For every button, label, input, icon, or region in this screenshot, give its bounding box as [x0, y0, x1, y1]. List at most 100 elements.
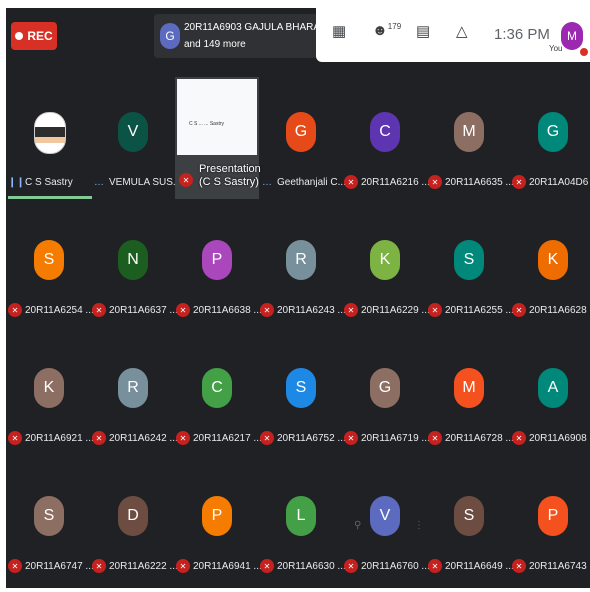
presentation-label: Presentation (C S Sastry) [199, 163, 261, 189]
participant-avatar: S [454, 240, 484, 280]
participant-name: VEMULA SUS... [109, 176, 182, 188]
muted-mic-icon: ✕ [8, 559, 22, 573]
muted-mic-icon: ✕ [344, 431, 358, 445]
layout-grid-icon[interactable]: ▦ [332, 22, 346, 40]
participant-name-row: ✕20R11A6908 ... [512, 430, 590, 446]
participant-name: 20R11A6649 ... [445, 560, 514, 572]
participant-name-row: ✕ 20R11A6222 ... [92, 558, 178, 574]
presentation-tile[interactable]: C S ... ... Sastry ✕ Presentation (C S S… [175, 77, 261, 199]
participant-avatar: G [538, 112, 568, 152]
participant-name: 20R11A6908 ... [529, 432, 590, 444]
muted-mic-icon: ✕ [260, 303, 274, 317]
participant-name: 20R11A6747 ... [25, 560, 94, 572]
people-icon[interactable]: ☻179 [372, 22, 401, 39]
participant-name: 20R11A6941 ... [193, 560, 262, 572]
muted-mic-icon: ✕ [260, 431, 274, 445]
participant-name-row: ✕ 20R11A6752 ... [260, 430, 346, 446]
participant-photo [34, 112, 66, 154]
participant-name-row: ✕ 20R11A6217 ... [176, 430, 262, 446]
control-bar: ▦ ☻179 ▤ △ 1:36 PM M You [316, 8, 590, 62]
muted-mic-icon: ✕ [92, 559, 106, 573]
participant-name: 20R11A6242 ... [109, 432, 178, 444]
participant-name: 20R11A6628 ... [529, 304, 590, 316]
muted-mic-icon: ✕ [428, 559, 442, 573]
participant-name-row: ✕ 20R11A6638 ... [176, 302, 262, 318]
participant-avatar: C [202, 368, 232, 408]
participant-name: 20R11A6921 ... [25, 432, 94, 444]
muted-mic-icon: ✕ [260, 559, 274, 573]
muted-mic-icon: ✕ [512, 559, 526, 573]
participant-name-row: ✕ 20R11A6921 ... [8, 430, 94, 446]
participant-name: 20R11A6255 ... [445, 304, 514, 316]
participant-avatar: M [454, 368, 484, 408]
participant-avatar: K [34, 368, 64, 408]
participant-name: 20R11A6637 ... [109, 304, 178, 316]
pin-icon[interactable]: ⚲ [354, 520, 361, 531]
participant-name-row: ✕ 20R11A6635 ... [428, 174, 514, 190]
participant-avatar: S [34, 240, 64, 280]
recording-label: REC [27, 29, 53, 43]
participant-avatar: C [370, 112, 400, 152]
self-label: You [549, 44, 563, 53]
participant-name: 20R11A6728 ... [445, 432, 514, 444]
record-dot-icon [15, 32, 24, 40]
participant-name-row: ✕ 20R11A6630 ... [260, 558, 346, 574]
participant-name: Geethanjali C... [277, 176, 346, 188]
speaking-icon: ❙❙ [8, 176, 25, 188]
muted-mic-icon: ✕ [176, 431, 190, 445]
participant-avatar: A [538, 368, 568, 408]
participant-name: 20R11A6635 ... [445, 176, 514, 188]
participant-avatar: N [118, 240, 148, 280]
audio-dots-icon: … [262, 176, 272, 188]
muted-mic-icon: ✕ [512, 303, 526, 317]
participant-name-row: ✕ 20R11A6229 ... [344, 302, 430, 318]
participant-name-row: ✕ 20R11A6243 ... [260, 302, 346, 318]
participant-avatar: K [370, 240, 400, 280]
presentation-preview: C S ... ... Sastry [177, 79, 257, 155]
participant-name-row: ✕ 20R11A6254 ... [8, 302, 94, 318]
presenter-chip[interactable]: G 20R11A6903 GAJULA BHARAD... and 149 mo… [154, 14, 336, 58]
muted-mic-icon: ✕ [8, 431, 22, 445]
chat-icon[interactable]: ▤ [416, 22, 430, 40]
presentation-label-line2: (C S Sastry) [199, 176, 259, 188]
tile-hover-controls[interactable]: ⚲ ⋮ [354, 518, 434, 538]
participant-avatar: S [34, 496, 64, 536]
participant-avatar: R [286, 240, 316, 280]
more-options-icon[interactable]: ⋮ [414, 520, 424, 531]
participant-avatar: S [286, 368, 316, 408]
participant-name: 20R11A6743 ... [529, 560, 590, 572]
muted-mic-icon: ✕ [176, 303, 190, 317]
clock-time: 1:36 PM [494, 26, 550, 43]
participant-name: 20R11A6217 ... [193, 432, 262, 444]
participant-avatar: L [286, 496, 316, 536]
self-avatar[interactable]: M [561, 22, 583, 50]
muted-mic-icon: ✕ [8, 303, 22, 317]
presentation-label-line1: Presentation [199, 163, 261, 175]
muted-mic-icon: ✕ [512, 175, 526, 189]
muted-mic-icon: ✕ [176, 559, 190, 573]
participant-avatar: K [538, 240, 568, 280]
participant-name: 20R11A6638 ... [193, 304, 262, 316]
participant-name-row: ✕ 20R11A6242 ... [92, 430, 178, 446]
muted-mic-icon: ✕ [512, 431, 526, 445]
participant-avatar: G [286, 112, 316, 152]
participant-name-row: … VEMULA SUS... [92, 174, 181, 190]
muted-mic-icon: ✕ [428, 175, 442, 189]
presenter-avatar: G [160, 23, 180, 49]
recording-indicator[interactable]: REC [11, 22, 57, 50]
participant-name-row: … Geethanjali C... [260, 174, 346, 190]
participant-name-row: ✕ 20R11A6747 ... [8, 558, 94, 574]
slide-text: C S ... ... Sastry [189, 121, 225, 127]
participant-name: 20R11A6752 ... [277, 432, 346, 444]
participant-avatar: R [118, 368, 148, 408]
muted-mic-icon: ✕ [92, 303, 106, 317]
participant-name-row: ❙❙ C S Sastry [8, 174, 73, 190]
participant-avatar: D [118, 496, 148, 536]
activities-icon[interactable]: △ [456, 22, 468, 40]
muted-mic-icon: ✕ [179, 173, 193, 187]
participant-avatar: V [118, 112, 148, 152]
participant-name-row: ✕ 20R11A6216 ... [344, 174, 430, 190]
active-speaker-bar [8, 196, 92, 199]
participant-name: 20R11A6760 ... [361, 560, 430, 572]
participant-name-row: ✕ 20R11A6649 ... [428, 558, 514, 574]
